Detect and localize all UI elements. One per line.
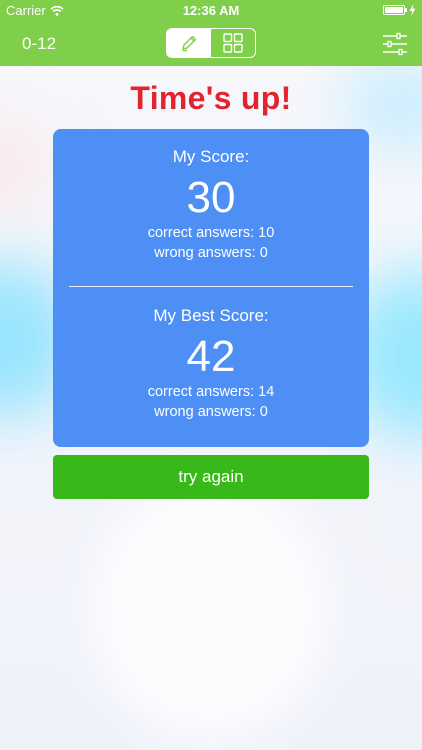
background-glow-bottom bbox=[90, 480, 330, 740]
grid-icon bbox=[223, 33, 243, 53]
status-right bbox=[383, 4, 416, 16]
best-wrong-answers: wrong answers: 0 bbox=[154, 404, 268, 420]
segment-write-mode[interactable] bbox=[167, 29, 211, 57]
sliders-icon bbox=[383, 32, 407, 56]
my-score-section: My Score: 30 correct answers: 10 wrong a… bbox=[53, 147, 369, 263]
nav-bar: 0-12 bbox=[0, 22, 422, 66]
my-score-value: 30 bbox=[186, 173, 236, 222]
my-score-label: My Score: bbox=[172, 147, 250, 166]
best-score-value: 42 bbox=[186, 332, 236, 381]
pencil-icon bbox=[182, 35, 197, 52]
mode-segmented-control bbox=[166, 28, 256, 58]
try-again-button[interactable]: try again bbox=[53, 455, 369, 499]
best-score-section: My Best Score: 42 correct answers: 14 wr… bbox=[53, 306, 369, 422]
best-score-label: My Best Score: bbox=[153, 306, 269, 325]
result-screen: Time's up! My Score: 30 correct answers:… bbox=[0, 66, 422, 499]
battery-fill bbox=[385, 7, 403, 13]
charging-bolt-icon bbox=[409, 4, 416, 16]
background-glow-top-left bbox=[0, 120, 50, 210]
settings-button[interactable] bbox=[382, 31, 408, 57]
range-title: 0-12 bbox=[22, 34, 57, 53]
segment-choice-mode[interactable] bbox=[211, 29, 255, 57]
status-time: 12:36 AM bbox=[182, 3, 240, 18]
status-bar: Carrier 12:36 AM bbox=[0, 0, 422, 22]
battery-icon bbox=[383, 5, 407, 15]
score-card: My Score: 30 correct answers: 10 wrong a… bbox=[53, 129, 369, 447]
my-wrong-answers: wrong answers: 0 bbox=[154, 245, 268, 261]
my-correct-answers: correct answers: 10 bbox=[147, 225, 275, 241]
best-correct-answers: correct answers: 14 bbox=[147, 384, 275, 400]
page-title: Time's up! bbox=[130, 80, 292, 116]
card-divider bbox=[69, 286, 353, 287]
